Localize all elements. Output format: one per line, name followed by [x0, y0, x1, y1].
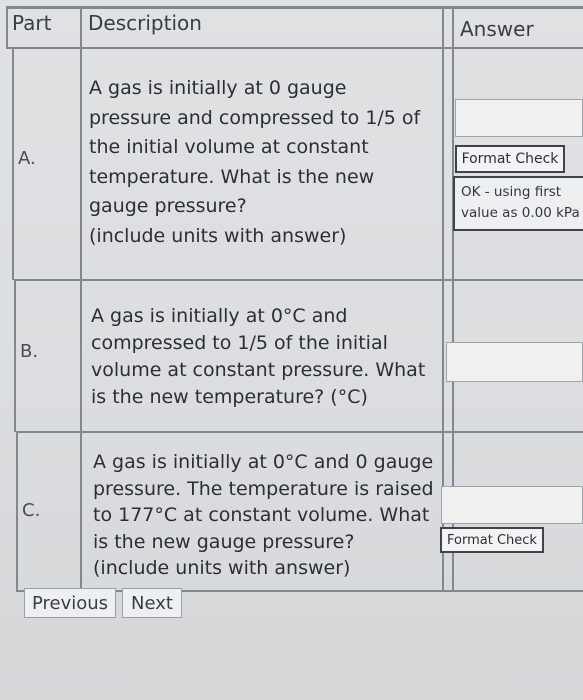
format-status-a: OK - using first value as 0.00 kPa — [453, 176, 583, 231]
part-label-a: A. — [18, 148, 36, 169]
part-label-c: C. — [22, 500, 41, 521]
table-left-border-body-c — [16, 432, 18, 592]
header-divider — [6, 47, 583, 49]
header-part: Part — [12, 11, 52, 35]
table-left-border-body — [12, 48, 14, 280]
table-top-border — [6, 6, 583, 9]
previous-button[interactable]: Previous — [24, 588, 116, 618]
table-left-border — [6, 6, 8, 48]
quiz-page: Part Description Answer A. A gas is init… — [0, 0, 583, 700]
format-check-button-c[interactable]: Format Check — [440, 527, 544, 553]
answer-input-c[interactable] — [441, 486, 583, 524]
header-description: Description — [88, 11, 202, 35]
answer-input-b[interactable] — [446, 342, 583, 382]
table-left-border-body-b — [14, 280, 16, 432]
part-label-b: B. — [20, 341, 39, 362]
row-divider-b — [16, 431, 583, 433]
row-divider-a — [14, 279, 583, 281]
question-a: A gas is initially at 0 gauge pressure a… — [89, 77, 421, 247]
header-answer: Answer — [460, 17, 534, 41]
next-button[interactable]: Next — [122, 588, 182, 618]
part-description-divider — [80, 6, 82, 592]
question-b: A gas is initially at 0°C and compressed… — [91, 305, 426, 408]
question-c: A gas is initially at 0°C and 0 gauge pr… — [93, 451, 434, 579]
format-check-button-a[interactable]: Format Check — [455, 145, 565, 173]
answer-input-a[interactable] — [455, 99, 583, 137]
